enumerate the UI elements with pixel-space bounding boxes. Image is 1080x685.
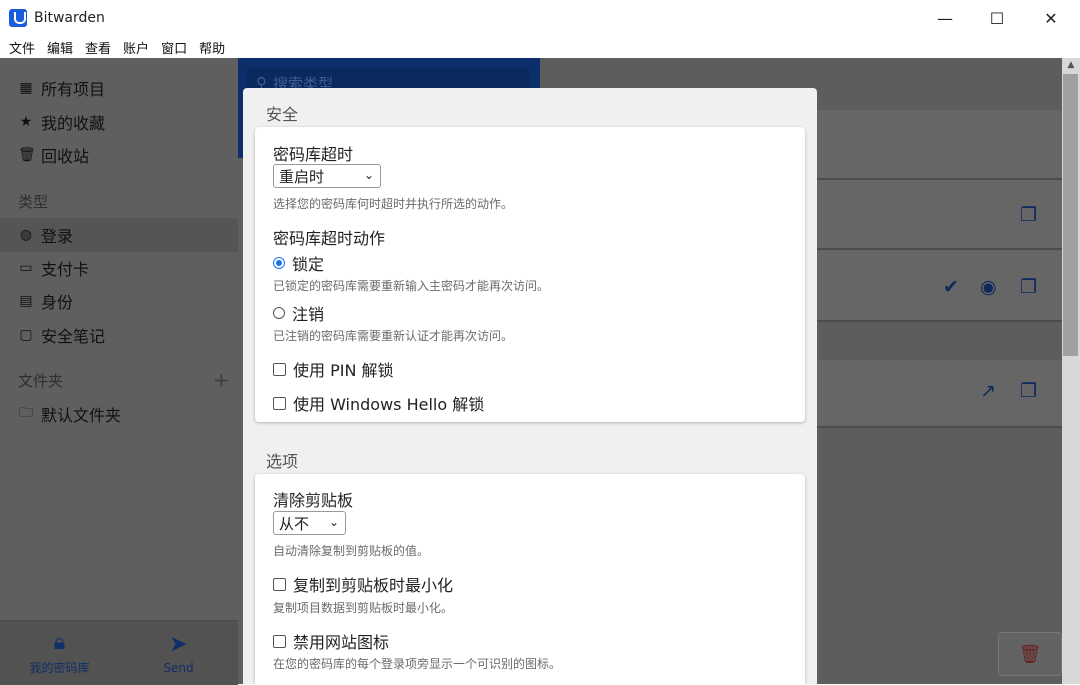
copy-icon[interactable]: ❐ — [1020, 204, 1037, 226]
timeout-action-label: 密码库超时动作 — [273, 229, 386, 248]
lock-radio-option[interactable]: 锁定 — [273, 251, 324, 275]
scroll-thumb[interactable] — [1063, 74, 1078, 356]
sidebar-item-label: 我的收藏 — [41, 114, 106, 133]
clear-clipboard-hint: 自动清除复制到剪贴板的值。 — [273, 544, 430, 558]
options-box: 清除剪贴板 从不 ⌄ 自动清除复制到剪贴板的值。 复制到剪贴板时最小化 复制项目… — [255, 474, 805, 684]
copy-icon[interactable]: ❐ — [1020, 276, 1037, 298]
sidebar-item-label: 身份 — [41, 293, 74, 312]
scroll-up-arrow-icon[interactable]: ▲ — [1063, 60, 1079, 72]
pin-unlock-checkbox[interactable] — [273, 362, 286, 376]
minimize-on-copy-checkbox[interactable] — [273, 577, 286, 591]
types-header: 类型 — [18, 193, 49, 211]
id-card-icon: ▤ — [19, 293, 33, 309]
logout-radio[interactable] — [273, 307, 285, 319]
maximize-button[interactable]: ☐ — [970, 0, 1024, 36]
sidebar-item-label: 支付卡 — [41, 260, 90, 279]
logout-radio-label: 注销 — [292, 305, 325, 324]
menu-account[interactable]: 账户 — [123, 38, 149, 57]
sidebar-item-secure-note[interactable]: ▢ 安全笔记 — [18, 323, 105, 347]
minimize-on-copy-label: 复制到剪贴板时最小化 — [293, 576, 454, 595]
minimize-on-copy-option[interactable]: 复制到剪贴板时最小化 — [273, 572, 453, 596]
grid-icon: ▦ — [19, 80, 33, 96]
bitwarden-logo-icon — [9, 9, 27, 27]
security-section-title: 安全 — [266, 105, 299, 124]
close-button[interactable]: ✕ — [1024, 0, 1078, 36]
star-icon: ★ — [19, 114, 33, 130]
trash-icon: 🗑 — [18, 147, 36, 163]
eye-icon[interactable]: ◉ — [980, 276, 997, 298]
sidebar-item-favorites[interactable]: ★ 我的收藏 — [18, 110, 105, 134]
check-circle-icon[interactable]: ✔ — [943, 276, 959, 298]
bottom-tab-bar: 🔒︎ 我的密码库 ➤ Send — [0, 620, 238, 685]
tab-send[interactable]: ➤ Send — [119, 621, 238, 685]
launch-icon[interactable]: ↗ — [980, 380, 996, 402]
trash-icon: 🗑 — [1018, 643, 1042, 665]
options-section-title: 选项 — [266, 452, 299, 471]
sidebar-item-label: 默认文件夹 — [41, 406, 122, 425]
minimize-button[interactable]: — — [918, 0, 972, 36]
tab-label: 我的密码库 — [29, 661, 90, 675]
disable-favicon-hint: 在您的密码库的每个登录项旁显示一个可识别的图标。 — [273, 657, 562, 671]
menu-edit[interactable]: 编辑 — [47, 38, 73, 57]
windows-hello-option[interactable]: 使用 Windows Hello 解锁 — [273, 391, 484, 415]
lock-radio[interactable] — [273, 257, 285, 269]
disable-favicon-label: 禁用网站图标 — [293, 633, 390, 652]
folder-icon: 🗀 — [19, 405, 33, 421]
copy-icon[interactable]: ❐ — [1020, 380, 1037, 402]
clear-clipboard-select[interactable]: 从不 ⌄ — [273, 511, 346, 535]
lock-radio-label: 锁定 — [292, 255, 325, 274]
logout-hint: 已注销的密码库需要重新认证才能再次访问。 — [273, 329, 514, 343]
sidebar-item-label: 所有项目 — [41, 80, 106, 99]
folders-header: 文件夹 — [18, 372, 64, 390]
sidebar-item-label: 安全笔记 — [41, 327, 106, 346]
security-box: 密码库超时 重启时 ⌄ 选择您的密码库何时超时并执行所选的动作。 密码库超时动作… — [255, 127, 805, 422]
disable-favicon-option[interactable]: 禁用网站图标 — [273, 629, 389, 653]
menu-file[interactable]: 文件 — [9, 38, 35, 57]
menu-bar: 文件 编辑 查看 账户 窗口 帮助 — [0, 36, 1080, 58]
credit-card-icon: ▭ — [19, 260, 33, 276]
chevron-down-icon: ⌄ — [363, 168, 374, 182]
add-folder-button[interactable]: + — [213, 368, 230, 392]
menu-window[interactable]: 窗口 — [161, 38, 187, 57]
menu-view[interactable]: 查看 — [85, 38, 111, 57]
logout-radio-option[interactable]: 注销 — [273, 301, 324, 325]
title-bar: Bitwarden — ☐ ✕ — [0, 0, 1080, 36]
lock-hint: 已锁定的密码库需要重新输入主密码才能再次访问。 — [273, 279, 550, 293]
sidebar-item-label: 登录 — [41, 227, 74, 246]
disable-favicon-checkbox[interactable] — [273, 634, 286, 648]
sidebar-item-identity[interactable]: ▤ 身份 — [18, 289, 73, 313]
tab-label: Send — [163, 660, 194, 675]
menu-help[interactable]: 帮助 — [199, 38, 225, 57]
clear-clipboard-label: 清除剪贴板 — [273, 491, 354, 510]
pin-unlock-label: 使用 PIN 解锁 — [293, 361, 394, 380]
sidebar-item-trash[interactable]: 🗑 回收站 — [18, 143, 89, 167]
vault-timeout-hint: 选择您的密码库何时超时并执行所选的动作。 — [273, 197, 514, 211]
sidebar-item-default-folder[interactable]: 🗀 默认文件夹 — [18, 402, 121, 426]
sidebar-item-login[interactable]: ◍ 登录 — [18, 223, 73, 247]
vault-timeout-select[interactable]: 重启时 ⌄ — [273, 164, 381, 188]
vault-timeout-label: 密码库超时 — [273, 145, 354, 164]
minimize-on-copy-hint: 复制项目数据到剪贴板时最小化。 — [273, 601, 454, 615]
sidebar-item-card[interactable]: ▭ 支付卡 — [18, 256, 89, 280]
clear-clipboard-value: 从不 — [279, 514, 310, 533]
delete-button[interactable]: 🗑 — [998, 632, 1062, 676]
lock-icon: 🔒︎ — [53, 630, 66, 655]
sidebar-item-all-items[interactable]: ▦ 所有项目 — [18, 76, 105, 100]
sidebar: ▦ 所有项目 ★ 我的收藏 🗑 回收站 类型 ◍ 登录 ▭ 支付卡 ▤ 身份 ▢… — [0, 58, 238, 685]
settings-modal: 安全 密码库超时 重启时 ⌄ 选择您的密码库何时超时并执行所选的动作。 密码库超… — [243, 88, 817, 684]
windows-hello-checkbox[interactable] — [273, 396, 286, 410]
globe-icon: ◍ — [19, 227, 33, 243]
windows-hello-label: 使用 Windows Hello 解锁 — [293, 395, 485, 414]
chevron-down-icon: ⌄ — [328, 515, 339, 529]
tab-my-vault[interactable]: 🔒︎ 我的密码库 — [0, 621, 119, 685]
note-icon: ▢ — [19, 327, 33, 343]
sidebar-item-label: 回收站 — [41, 147, 90, 166]
send-icon: ➤ — [169, 631, 188, 657]
pin-unlock-option[interactable]: 使用 PIN 解锁 — [273, 357, 394, 381]
vault-timeout-value: 重启时 — [279, 167, 325, 186]
app-title: Bitwarden — [34, 10, 105, 26]
